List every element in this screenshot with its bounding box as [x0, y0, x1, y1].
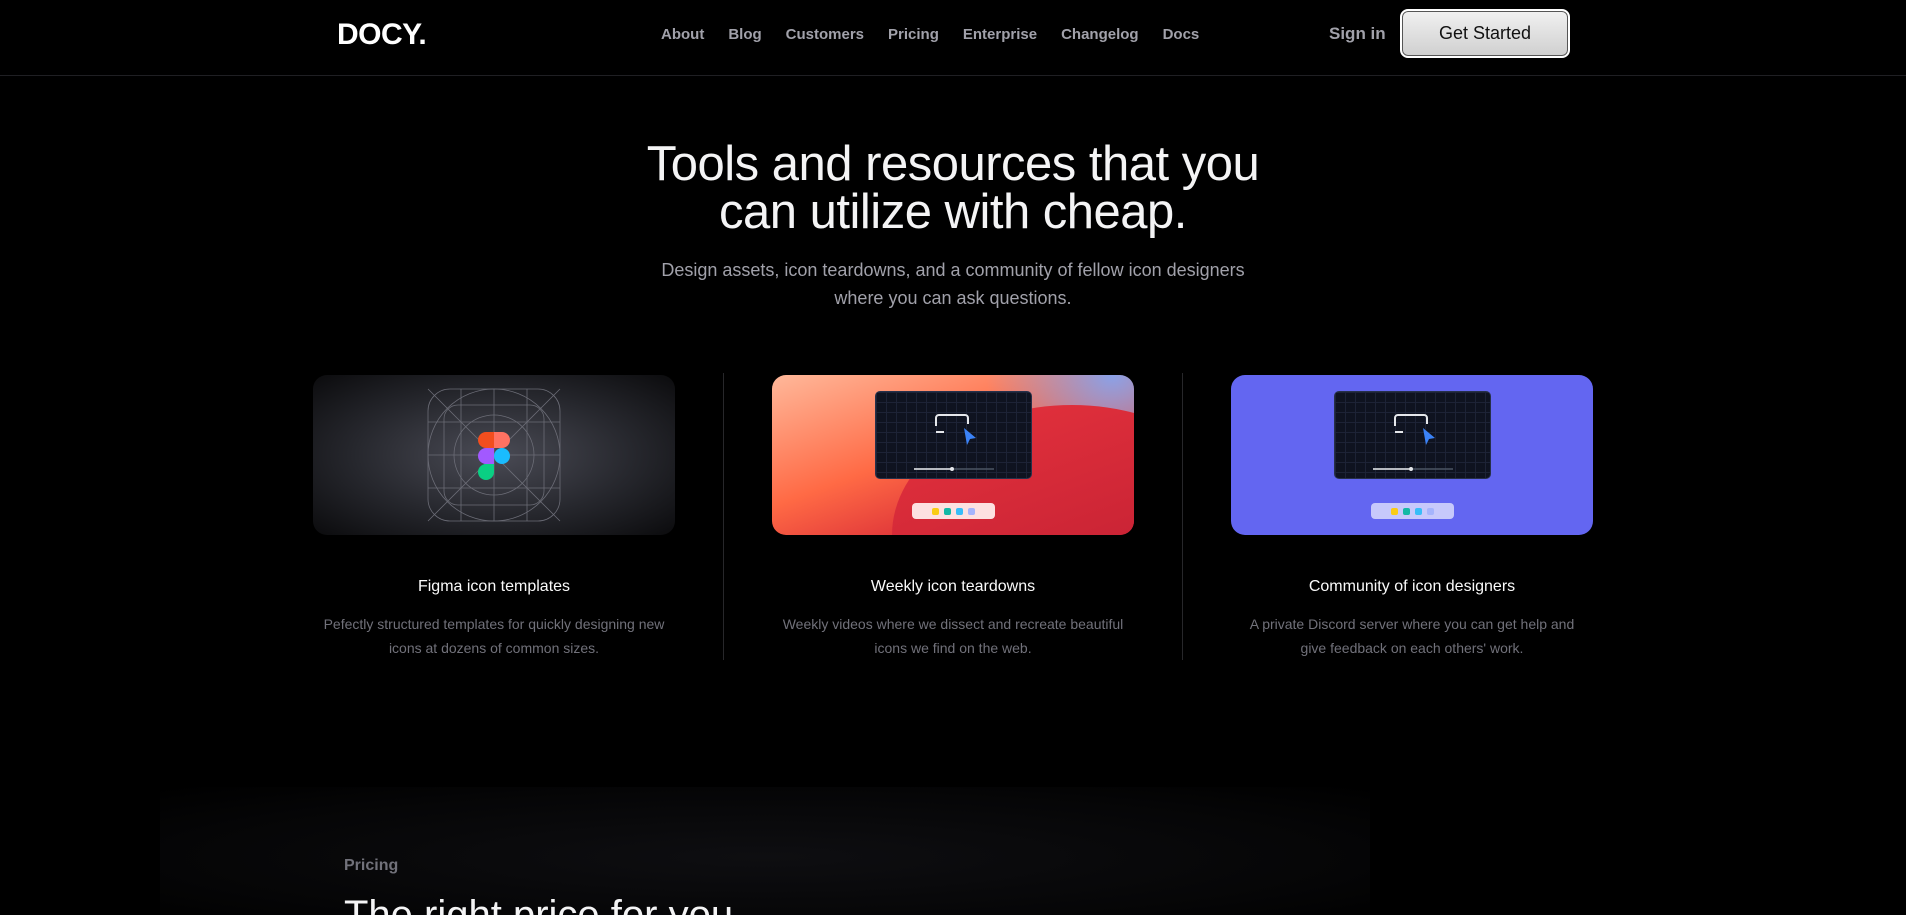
screen-mockup	[875, 391, 1032, 479]
card-divider	[1182, 373, 1183, 660]
lavender-swatch	[968, 507, 975, 515]
card-description-line-1: A private Discord server where you can g…	[1249, 616, 1575, 632]
nav-link-about[interactable]: About	[661, 26, 704, 43]
card-divider	[723, 373, 724, 660]
card-description-line-2: icons at dozens of common sizes.	[388, 640, 600, 656]
cast-icon	[1373, 414, 1453, 471]
figma-template-illustration	[313, 375, 675, 535]
card-title: Community of icon designers	[1308, 578, 1516, 595]
hero-title-line-1: Tools and resources that you	[646, 137, 1260, 191]
hero-subtitle: Design assets, icon teardowns, and a com…	[653, 256, 1253, 312]
card-description-line-2: give feedback on each others' work.	[1300, 640, 1524, 656]
card-title: Weekly icon teardowns	[870, 578, 1036, 595]
community-illustration	[1231, 375, 1593, 535]
nav-link-changelog[interactable]: Changelog	[1061, 26, 1139, 43]
nav-link-customers[interactable]: Customers	[786, 26, 864, 43]
logo[interactable]: DOCY.	[337, 18, 427, 52]
hero-subtitle-line-2: where you can ask questions.	[834, 288, 1072, 308]
cyan-swatch	[1415, 507, 1422, 515]
cyan-swatch	[956, 507, 963, 515]
figma-logo-icon	[478, 432, 510, 480]
card-description: Pefectly structured templates for quickl…	[313, 612, 675, 660]
yellow-swatch	[1391, 507, 1398, 515]
card-description-line-1: Pefectly structured templates for quickl…	[323, 616, 665, 632]
hero-title: Tools and resources that you can utilize…	[553, 137, 1353, 239]
pricing-heading: The right price for you	[344, 893, 734, 915]
teal-swatch	[944, 507, 951, 515]
get-started-button[interactable]: Get Started	[1400, 9, 1570, 58]
pricing-eyebrow: Pricing	[344, 857, 399, 874]
nav-link-pricing[interactable]: Pricing	[888, 26, 939, 43]
lavender-swatch	[1427, 507, 1434, 515]
nav-link-blog[interactable]: Blog	[728, 26, 761, 43]
color-swatch-dock	[912, 503, 995, 519]
feature-card-community[interactable]: Community of icon designers A private Di…	[1231, 375, 1593, 656]
card-description-line-2: icons we find on the web.	[874, 640, 1032, 656]
feature-card-figma-templates[interactable]: Figma icon templates Pefectly structured…	[313, 375, 675, 656]
cast-icon	[914, 414, 994, 471]
pricing-section-background	[160, 787, 1370, 915]
nav-links: About Blog Customers Pricing Enterprise …	[661, 26, 1223, 43]
card-description: A private Discord server where you can g…	[1231, 612, 1593, 660]
nav-link-docs[interactable]: Docs	[1163, 26, 1200, 43]
sign-in-link[interactable]: Sign in	[1329, 24, 1386, 44]
hero-subtitle-line-1: Design assets, icon teardowns, and a com…	[661, 260, 1245, 280]
teal-swatch	[1403, 507, 1410, 515]
screen-mockup	[1334, 391, 1491, 479]
card-description: Weekly videos where we dissect and recre…	[772, 612, 1134, 660]
feature-card-weekly-teardowns[interactable]: Weekly icon teardowns Weekly videos wher…	[772, 375, 1134, 656]
teardown-illustration	[772, 375, 1134, 535]
hero-title-line-2: can utilize with cheap.	[719, 185, 1187, 239]
nav-link-enterprise[interactable]: Enterprise	[963, 26, 1037, 43]
yellow-swatch	[932, 507, 939, 515]
top-navbar: DOCY. About Blog Customers Pricing Enter…	[0, 0, 1906, 76]
card-title: Figma icon templates	[417, 578, 571, 595]
color-swatch-dock	[1371, 503, 1454, 519]
card-description-line-1: Weekly videos where we dissect and recre…	[782, 616, 1124, 632]
